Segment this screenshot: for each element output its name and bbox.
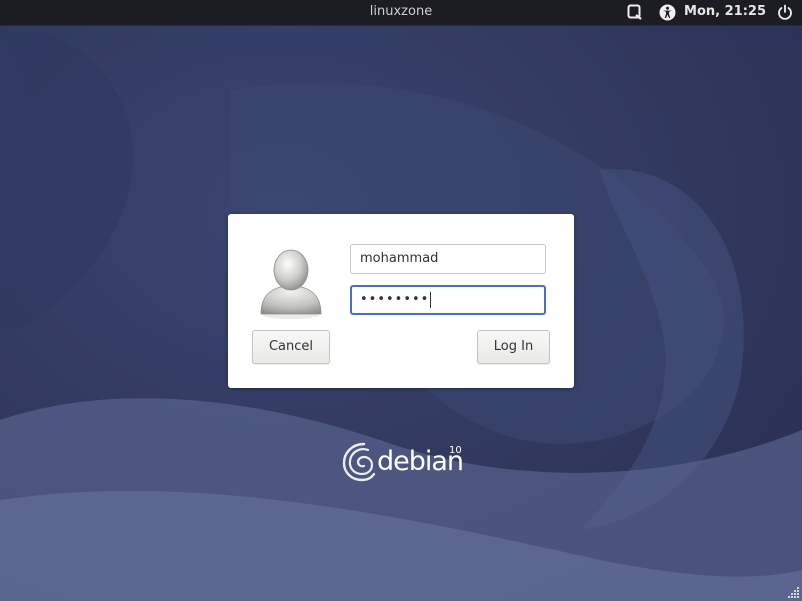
debian-version: 10 (449, 445, 462, 456)
system-status-area[interactable]: Mon, 21:25 (626, 0, 794, 24)
debian-swirl-icon (342, 442, 376, 482)
text-cursor (430, 292, 432, 308)
user-avatar-icon (260, 249, 322, 319)
accessibility-icon[interactable] (658, 3, 676, 21)
login-dialog: mohammad •••••••• Cancel Log In (228, 214, 574, 388)
power-icon[interactable] (776, 3, 794, 21)
resize-grip-icon (788, 587, 799, 598)
password-field[interactable]: •••••••• (350, 285, 546, 315)
password-mask: •••••••• (360, 292, 430, 307)
username-field[interactable]: mohammad (350, 244, 546, 274)
debian-logo: debian 10 (340, 436, 470, 486)
top-bar: linuxzone Mon, 21:25 (0, 0, 802, 26)
keyboard-layout-icon[interactable] (626, 3, 644, 21)
clock-label[interactable]: Mon, 21:25 (684, 0, 766, 24)
log-in-button[interactable]: Log In (477, 330, 550, 364)
login-screen: linuxzone Mon, 21:25 mohammad •••••••• C… (0, 0, 802, 601)
cancel-button[interactable]: Cancel (252, 330, 330, 364)
